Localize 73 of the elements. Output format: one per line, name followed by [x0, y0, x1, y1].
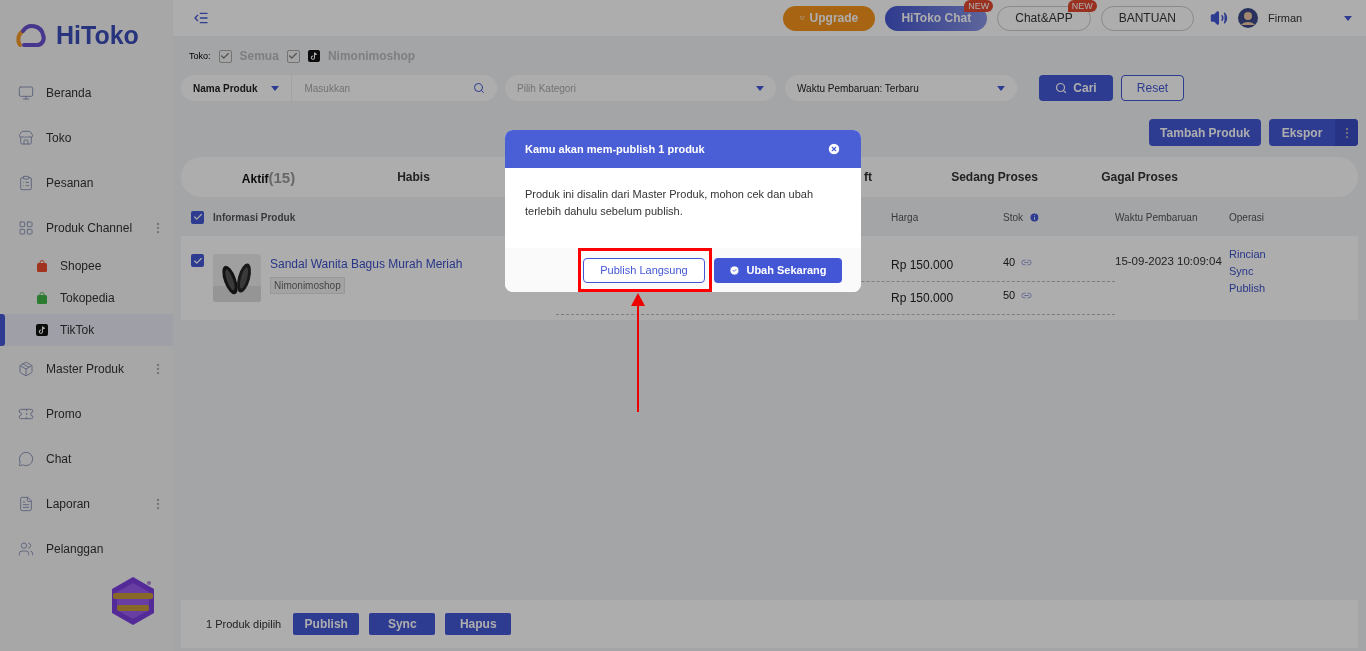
chat-bubble-icon — [18, 450, 34, 467]
caret-icon[interactable] — [1344, 15, 1352, 21]
monitor-icon — [18, 84, 34, 101]
sidebar-item[interactable]: Shopee — [0, 250, 173, 282]
operation-link[interactable]: Publish — [1229, 282, 1358, 294]
stock-text: 50 — [1003, 289, 1016, 301]
store-filter-label: Toko: — [189, 51, 211, 61]
close-icon[interactable] — [827, 142, 841, 156]
updated-time: 15-09-2023 10:09:04 — [1115, 254, 1223, 267]
price-text: Rp 150.000 — [891, 258, 955, 272]
sidebar-item[interactable]: TikTok — [0, 314, 173, 346]
shop-tag: Nimonimoshop — [270, 277, 345, 294]
selected-count: 1 Produk dipilih — [206, 618, 282, 630]
shopping-bag-icon — [36, 260, 48, 272]
avatar[interactable] — [1238, 8, 1258, 28]
operation-link[interactable]: Rincian — [1229, 248, 1358, 260]
info-icon[interactable] — [1029, 211, 1040, 223]
sidebar-item[interactable]: Master Produk — [0, 346, 173, 391]
bulk-action-button[interactable]: Hapus — [445, 613, 512, 635]
edit-now-button[interactable]: Ubah Sekarang — [714, 257, 842, 283]
product-title-link[interactable]: Sandal Wanita Bagus Murah Meriah — [270, 257, 463, 271]
operation-link[interactable]: Sync — [1229, 265, 1358, 277]
bulk-action-button[interactable]: Sync — [369, 613, 436, 635]
publish-now-button[interactable]: Publish Langsung — [583, 257, 705, 283]
header-button[interactable]: BANTUAN — [1100, 5, 1194, 31]
checkbox[interactable] — [191, 254, 204, 267]
price-text: Rp 150.000 — [891, 291, 955, 305]
music-note-icon — [307, 50, 320, 62]
sidebar-item[interactable]: Promo — [0, 391, 173, 436]
search-icon — [1055, 82, 1068, 94]
column-header: Operasi — [1229, 211, 1265, 223]
shopping-bag-icon — [36, 292, 48, 304]
search-field[interactable]: Nama Produk Masukkan — [181, 75, 497, 101]
sort-select[interactable]: Waktu Pembaruan: Terbaru — [785, 75, 1017, 101]
search-button[interactable]: Cari — [1039, 75, 1113, 101]
add-product-button[interactable]: Tambah Produk — [1149, 119, 1261, 146]
user-name[interactable]: Firman — [1268, 12, 1334, 24]
tab[interactable]: Aktif(15) — [196, 168, 341, 186]
reset-button[interactable]: Reset — [1121, 75, 1184, 101]
column-header: Stok — [1003, 211, 1023, 223]
stock-text: 40 — [1003, 256, 1016, 268]
music-note-icon — [36, 324, 48, 336]
store-icon — [18, 129, 34, 146]
sidebar-item[interactable]: Toko — [0, 115, 173, 160]
grid-icon — [18, 219, 34, 236]
box-icon — [18, 360, 34, 377]
dialog-title: Kamu akan mem-publish 1 produk — [525, 143, 705, 155]
users-icon — [18, 540, 34, 557]
bulk-action-button[interactable]: Publish — [293, 613, 360, 635]
column-header: Harga — [891, 211, 920, 223]
logo-text: HiToko — [56, 20, 139, 50]
sidebar-item[interactable]: Tokopedia — [0, 282, 173, 314]
tab[interactable]: Gagal Proses — [1067, 170, 1212, 184]
check-circle-icon — [729, 264, 741, 276]
dialog-message: Produk ini disalin dari Master Produk, mohon cek dan ubah terlebih dahulu sebelum publish. — [524, 187, 814, 219]
sidebar-item[interactable]: Pesanan — [0, 160, 173, 205]
column-header: Waktu Pembaruan — [1115, 211, 1199, 223]
tab[interactable]: Habis — [341, 170, 486, 184]
sidebar-item[interactable]: Laporan — [0, 481, 173, 526]
search-icon[interactable] — [473, 82, 485, 94]
sidebar-item[interactable]: Chat — [0, 436, 173, 481]
checkbox[interactable] — [191, 210, 204, 224]
sidebar-item[interactable]: Pelanggan — [0, 526, 173, 571]
speaker-icon[interactable] — [1210, 9, 1228, 27]
export-button[interactable]: Ekspor — [1269, 119, 1358, 146]
sidebar-item[interactable]: Produk Channel — [0, 205, 173, 250]
clipboard-icon — [18, 174, 34, 191]
sidebar-item[interactable]: Beranda — [0, 70, 173, 115]
menu-icon[interactable] — [193, 10, 209, 26]
tab[interactable]: Sedang Proses — [922, 170, 1067, 184]
new-badge: NEW — [964, 0, 994, 12]
new-badge: NEW — [1067, 0, 1097, 12]
document-icon — [18, 495, 34, 512]
